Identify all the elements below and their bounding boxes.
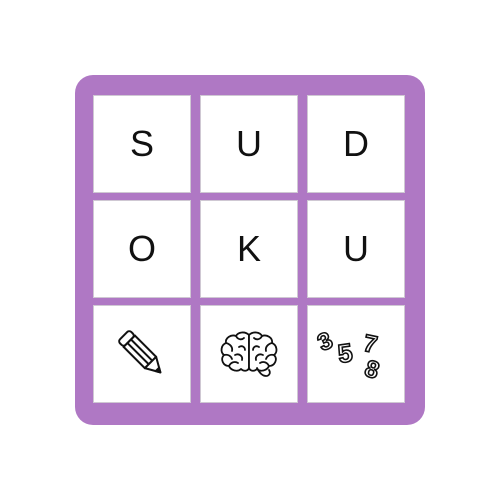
tile-brain bbox=[200, 305, 298, 403]
tile-letter: U bbox=[236, 123, 262, 164]
tile-pencil bbox=[93, 305, 191, 403]
digit-3: 3 bbox=[316, 327, 337, 357]
sudoku-logo-board: S U D O K U 3 5 7 8 bbox=[75, 75, 425, 425]
digit-5: 5 bbox=[336, 337, 355, 369]
pencil-icon bbox=[112, 324, 172, 384]
brain-icon bbox=[217, 329, 281, 379]
digit-8: 8 bbox=[361, 355, 382, 384]
tile-u-2: U bbox=[307, 200, 405, 298]
tile-letter: D bbox=[343, 123, 369, 164]
tile-o: O bbox=[93, 200, 191, 298]
tile-letter: K bbox=[236, 228, 261, 269]
tile-numbers: 3 5 7 8 bbox=[307, 305, 405, 403]
tile-letter: O bbox=[127, 228, 156, 269]
tile-letter: U bbox=[343, 228, 369, 269]
tile-letter: S bbox=[129, 123, 154, 164]
tile-d: D bbox=[307, 95, 405, 193]
tile-u: U bbox=[200, 95, 298, 193]
numbers-icon: 3 5 7 8 bbox=[316, 324, 396, 384]
tile-s: S bbox=[93, 95, 191, 193]
tile-k: K bbox=[200, 200, 298, 298]
